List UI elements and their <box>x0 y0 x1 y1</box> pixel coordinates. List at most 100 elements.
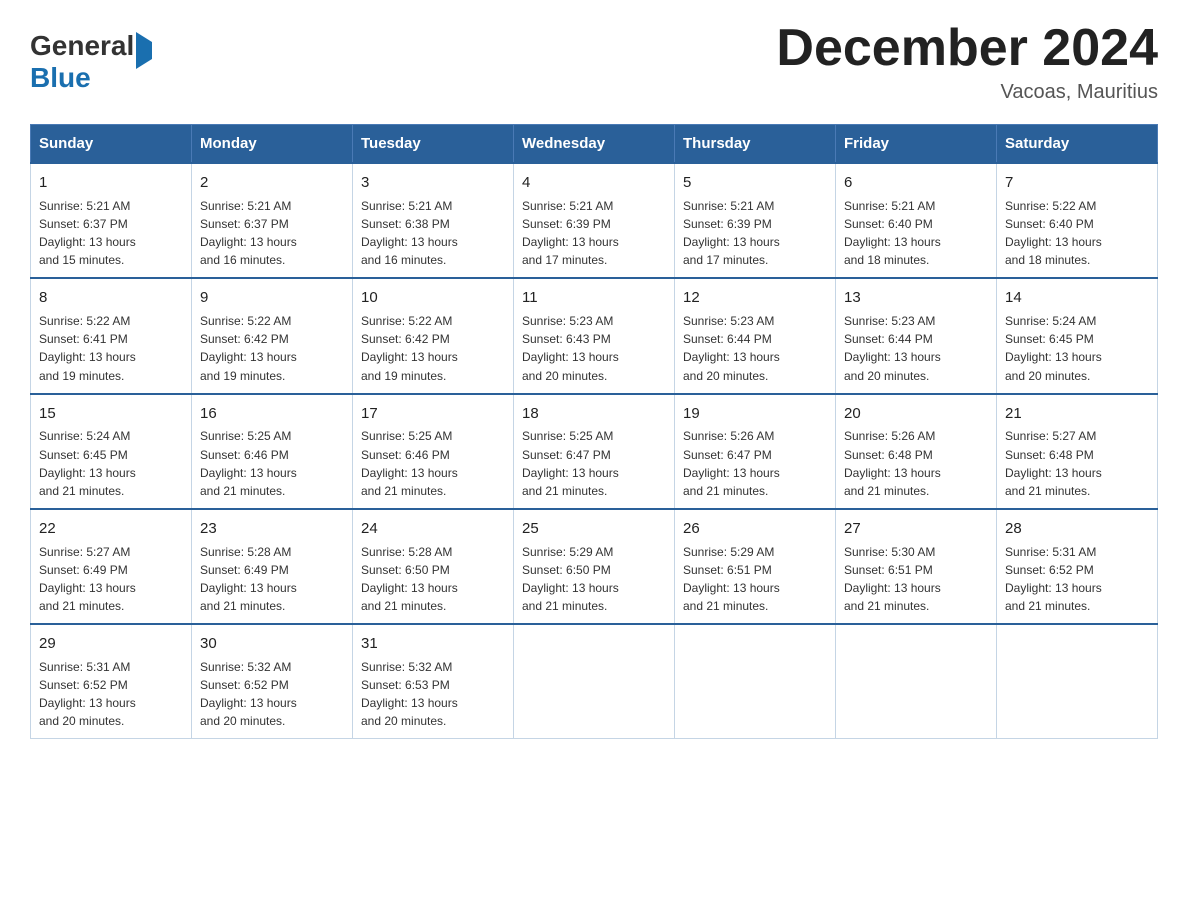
day-number: 30 <box>200 633 344 655</box>
day-info: Sunrise: 5:22 AMSunset: 6:42 PMDaylight:… <box>200 314 297 382</box>
page-subtitle: Vacoas, Mauritius <box>776 81 1158 104</box>
day-info: Sunrise: 5:28 AMSunset: 6:49 PMDaylight:… <box>200 545 297 613</box>
day-number: 2 <box>200 172 344 194</box>
calendar-cell: 18 Sunrise: 5:25 AMSunset: 6:47 PMDaylig… <box>514 394 675 509</box>
calendar-cell: 12 Sunrise: 5:23 AMSunset: 6:44 PMDaylig… <box>675 278 836 393</box>
day-info: Sunrise: 5:25 AMSunset: 6:46 PMDaylight:… <box>361 429 458 497</box>
day-number: 1 <box>39 172 183 194</box>
calendar-cell: 1 Sunrise: 5:21 AMSunset: 6:37 PMDayligh… <box>31 163 192 278</box>
calendar-cell: 28 Sunrise: 5:31 AMSunset: 6:52 PMDaylig… <box>997 509 1158 624</box>
day-number: 7 <box>1005 172 1149 194</box>
day-number: 3 <box>361 172 505 194</box>
logo-blue: Blue <box>30 62 91 93</box>
day-number: 9 <box>200 287 344 309</box>
calendar-cell: 9 Sunrise: 5:22 AMSunset: 6:42 PMDayligh… <box>192 278 353 393</box>
day-info: Sunrise: 5:21 AMSunset: 6:38 PMDaylight:… <box>361 199 458 267</box>
calendar-cell: 4 Sunrise: 5:21 AMSunset: 6:39 PMDayligh… <box>514 163 675 278</box>
calendar-cell: 8 Sunrise: 5:22 AMSunset: 6:41 PMDayligh… <box>31 278 192 393</box>
calendar-week-5: 29 Sunrise: 5:31 AMSunset: 6:52 PMDaylig… <box>31 624 1158 739</box>
calendar-cell: 23 Sunrise: 5:28 AMSunset: 6:49 PMDaylig… <box>192 509 353 624</box>
day-number: 19 <box>683 403 827 425</box>
calendar-cell: 17 Sunrise: 5:25 AMSunset: 6:46 PMDaylig… <box>353 394 514 509</box>
logo: General Blue <box>30 30 152 94</box>
day-info: Sunrise: 5:22 AMSunset: 6:40 PMDaylight:… <box>1005 199 1102 267</box>
column-header-wednesday: Wednesday <box>514 125 675 164</box>
day-info: Sunrise: 5:32 AMSunset: 6:53 PMDaylight:… <box>361 660 458 728</box>
calendar-week-1: 1 Sunrise: 5:21 AMSunset: 6:37 PMDayligh… <box>31 163 1158 278</box>
calendar-table: SundayMondayTuesdayWednesdayThursdayFrid… <box>30 124 1158 739</box>
day-number: 5 <box>683 172 827 194</box>
day-number: 17 <box>361 403 505 425</box>
day-info: Sunrise: 5:31 AMSunset: 6:52 PMDaylight:… <box>1005 545 1102 613</box>
calendar-cell: 6 Sunrise: 5:21 AMSunset: 6:40 PMDayligh… <box>836 163 997 278</box>
day-number: 12 <box>683 287 827 309</box>
calendar-cell: 3 Sunrise: 5:21 AMSunset: 6:38 PMDayligh… <box>353 163 514 278</box>
day-number: 26 <box>683 518 827 540</box>
day-number: 25 <box>522 518 666 540</box>
day-info: Sunrise: 5:25 AMSunset: 6:46 PMDaylight:… <box>200 429 297 497</box>
calendar-cell <box>997 624 1158 739</box>
calendar-cell: 16 Sunrise: 5:25 AMSunset: 6:46 PMDaylig… <box>192 394 353 509</box>
day-number: 22 <box>39 518 183 540</box>
calendar-cell: 29 Sunrise: 5:31 AMSunset: 6:52 PMDaylig… <box>31 624 192 739</box>
page-header: General Blue December 2024 Vacoas, Mauri… <box>30 20 1158 104</box>
calendar-cell: 20 Sunrise: 5:26 AMSunset: 6:48 PMDaylig… <box>836 394 997 509</box>
day-info: Sunrise: 5:22 AMSunset: 6:42 PMDaylight:… <box>361 314 458 382</box>
calendar-cell: 26 Sunrise: 5:29 AMSunset: 6:51 PMDaylig… <box>675 509 836 624</box>
day-number: 16 <box>200 403 344 425</box>
day-number: 10 <box>361 287 505 309</box>
column-header-thursday: Thursday <box>675 125 836 164</box>
day-info: Sunrise: 5:21 AMSunset: 6:39 PMDaylight:… <box>522 199 619 267</box>
column-header-monday: Monday <box>192 125 353 164</box>
column-header-sunday: Sunday <box>31 125 192 164</box>
column-header-friday: Friday <box>836 125 997 164</box>
logo-arrow-icon <box>136 32 152 69</box>
calendar-cell <box>514 624 675 739</box>
calendar-week-2: 8 Sunrise: 5:22 AMSunset: 6:41 PMDayligh… <box>31 278 1158 393</box>
day-number: 20 <box>844 403 988 425</box>
column-header-tuesday: Tuesday <box>353 125 514 164</box>
day-number: 21 <box>1005 403 1149 425</box>
calendar-cell: 5 Sunrise: 5:21 AMSunset: 6:39 PMDayligh… <box>675 163 836 278</box>
day-number: 31 <box>361 633 505 655</box>
calendar-cell <box>836 624 997 739</box>
day-info: Sunrise: 5:22 AMSunset: 6:41 PMDaylight:… <box>39 314 136 382</box>
calendar-week-4: 22 Sunrise: 5:27 AMSunset: 6:49 PMDaylig… <box>31 509 1158 624</box>
day-number: 6 <box>844 172 988 194</box>
calendar-cell: 30 Sunrise: 5:32 AMSunset: 6:52 PMDaylig… <box>192 624 353 739</box>
day-number: 11 <box>522 287 666 309</box>
day-info: Sunrise: 5:21 AMSunset: 6:40 PMDaylight:… <box>844 199 941 267</box>
column-header-saturday: Saturday <box>997 125 1158 164</box>
day-number: 4 <box>522 172 666 194</box>
day-info: Sunrise: 5:23 AMSunset: 6:43 PMDaylight:… <box>522 314 619 382</box>
day-number: 13 <box>844 287 988 309</box>
day-info: Sunrise: 5:32 AMSunset: 6:52 PMDaylight:… <box>200 660 297 728</box>
day-number: 24 <box>361 518 505 540</box>
calendar-cell: 24 Sunrise: 5:28 AMSunset: 6:50 PMDaylig… <box>353 509 514 624</box>
calendar-cell: 11 Sunrise: 5:23 AMSunset: 6:43 PMDaylig… <box>514 278 675 393</box>
day-number: 15 <box>39 403 183 425</box>
calendar-cell: 10 Sunrise: 5:22 AMSunset: 6:42 PMDaylig… <box>353 278 514 393</box>
day-info: Sunrise: 5:31 AMSunset: 6:52 PMDaylight:… <box>39 660 136 728</box>
day-number: 29 <box>39 633 183 655</box>
day-info: Sunrise: 5:29 AMSunset: 6:50 PMDaylight:… <box>522 545 619 613</box>
day-info: Sunrise: 5:30 AMSunset: 6:51 PMDaylight:… <box>844 545 941 613</box>
day-info: Sunrise: 5:21 AMSunset: 6:37 PMDaylight:… <box>39 199 136 267</box>
day-number: 28 <box>1005 518 1149 540</box>
day-info: Sunrise: 5:28 AMSunset: 6:50 PMDaylight:… <box>361 545 458 613</box>
day-number: 14 <box>1005 287 1149 309</box>
page-title: December 2024 <box>776 20 1158 77</box>
day-info: Sunrise: 5:26 AMSunset: 6:48 PMDaylight:… <box>844 429 941 497</box>
day-info: Sunrise: 5:21 AMSunset: 6:37 PMDaylight:… <box>200 199 297 267</box>
day-info: Sunrise: 5:25 AMSunset: 6:47 PMDaylight:… <box>522 429 619 497</box>
day-number: 18 <box>522 403 666 425</box>
calendar-cell: 31 Sunrise: 5:32 AMSunset: 6:53 PMDaylig… <box>353 624 514 739</box>
logo-text: General Blue <box>30 30 152 94</box>
calendar-week-3: 15 Sunrise: 5:24 AMSunset: 6:45 PMDaylig… <box>31 394 1158 509</box>
calendar-cell: 14 Sunrise: 5:24 AMSunset: 6:45 PMDaylig… <box>997 278 1158 393</box>
calendar-cell: 25 Sunrise: 5:29 AMSunset: 6:50 PMDaylig… <box>514 509 675 624</box>
day-info: Sunrise: 5:23 AMSunset: 6:44 PMDaylight:… <box>844 314 941 382</box>
day-info: Sunrise: 5:29 AMSunset: 6:51 PMDaylight:… <box>683 545 780 613</box>
logo-general: General <box>30 30 134 61</box>
day-info: Sunrise: 5:27 AMSunset: 6:49 PMDaylight:… <box>39 545 136 613</box>
